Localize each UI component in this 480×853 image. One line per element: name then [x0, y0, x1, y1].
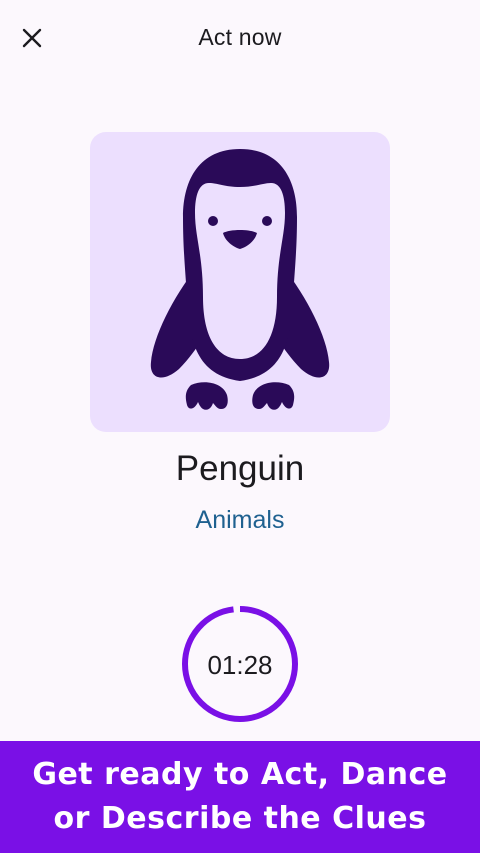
page-title: Act now — [198, 24, 282, 50]
clue-card — [90, 132, 390, 432]
banner-line-2: or Describe the Clues — [53, 801, 427, 836]
clue-word: Penguin — [175, 449, 305, 488]
timer-text: 01:28 — [207, 650, 273, 680]
countdown-timer: 01:28 — [180, 604, 300, 724]
penguin-icon — [150, 149, 330, 410]
promo-banner: Get ready to Act, Dance or Describe the … — [0, 741, 480, 853]
banner-line-1: Get ready to Act, Dance — [32, 757, 448, 792]
clue-category: Animals — [195, 506, 285, 534]
top-app-bar: Act now — [0, 0, 480, 78]
